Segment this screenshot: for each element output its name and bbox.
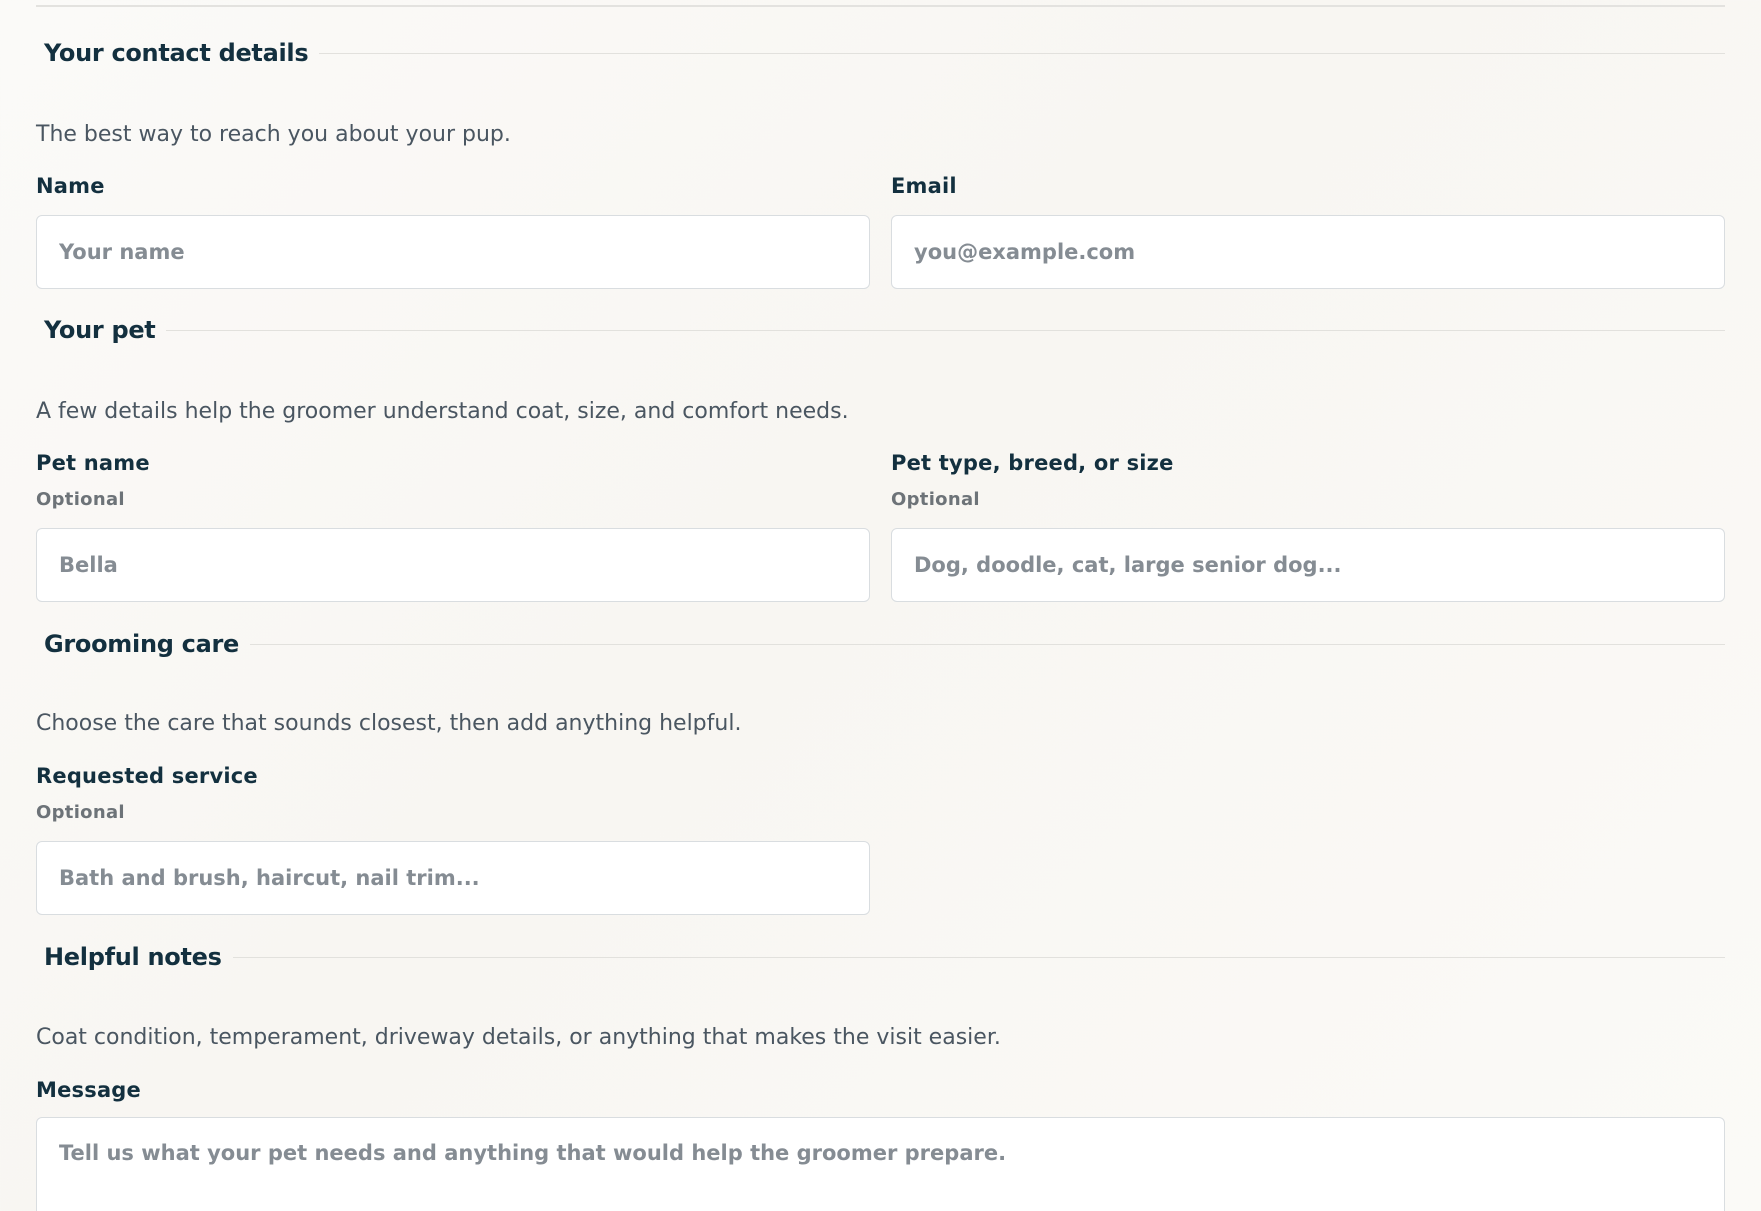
top-divider bbox=[36, 5, 1725, 7]
service-input[interactable] bbox=[36, 841, 870, 915]
section-description: The best way to reach you about your pup… bbox=[36, 122, 511, 147]
section-title: Helpful notes bbox=[44, 943, 222, 971]
field-label: Requested service bbox=[36, 764, 258, 788]
field-label: Name bbox=[36, 174, 105, 198]
section-divider bbox=[232, 956, 1725, 958]
service-field: Requested service Optional bbox=[36, 764, 870, 823]
field-label: Pet name bbox=[36, 451, 150, 475]
section-description: Choose the care that sounds closest, the… bbox=[36, 711, 742, 736]
section-contact-header: Your contact details bbox=[36, 33, 1725, 73]
section-pet-header: Your pet bbox=[36, 310, 1725, 350]
email-field: Email bbox=[891, 174, 1725, 198]
section-grooming-header: Grooming care bbox=[36, 624, 1725, 664]
section-divider bbox=[166, 329, 1725, 331]
section-divider bbox=[250, 643, 1725, 645]
field-label: Message bbox=[36, 1078, 141, 1102]
message-textarea[interactable] bbox=[36, 1117, 1725, 1211]
name-field: Name bbox=[36, 174, 870, 198]
section-title: Your contact details bbox=[44, 39, 309, 67]
optional-hint: Optional bbox=[36, 802, 125, 823]
pet-name-field: Pet name Optional bbox=[36, 451, 870, 510]
field-label: Email bbox=[891, 174, 957, 198]
optional-hint: Optional bbox=[891, 489, 980, 510]
message-field: Message bbox=[36, 1078, 870, 1102]
pet-type-input[interactable] bbox=[891, 528, 1725, 602]
section-title: Grooming care bbox=[44, 630, 240, 658]
section-description: Coat condition, temperament, driveway de… bbox=[36, 1025, 1001, 1050]
email-input[interactable] bbox=[891, 215, 1725, 289]
field-label: Pet type, breed, or size bbox=[891, 451, 1174, 475]
optional-hint: Optional bbox=[36, 489, 125, 510]
pet-name-input[interactable] bbox=[36, 528, 870, 602]
pet-type-field: Pet type, breed, or size Optional bbox=[891, 451, 1725, 510]
section-title: Your pet bbox=[44, 316, 156, 344]
name-input[interactable] bbox=[36, 215, 870, 289]
section-divider bbox=[319, 52, 1725, 54]
section-description: A few details help the groomer understan… bbox=[36, 399, 849, 424]
section-notes-header: Helpful notes bbox=[36, 937, 1725, 977]
